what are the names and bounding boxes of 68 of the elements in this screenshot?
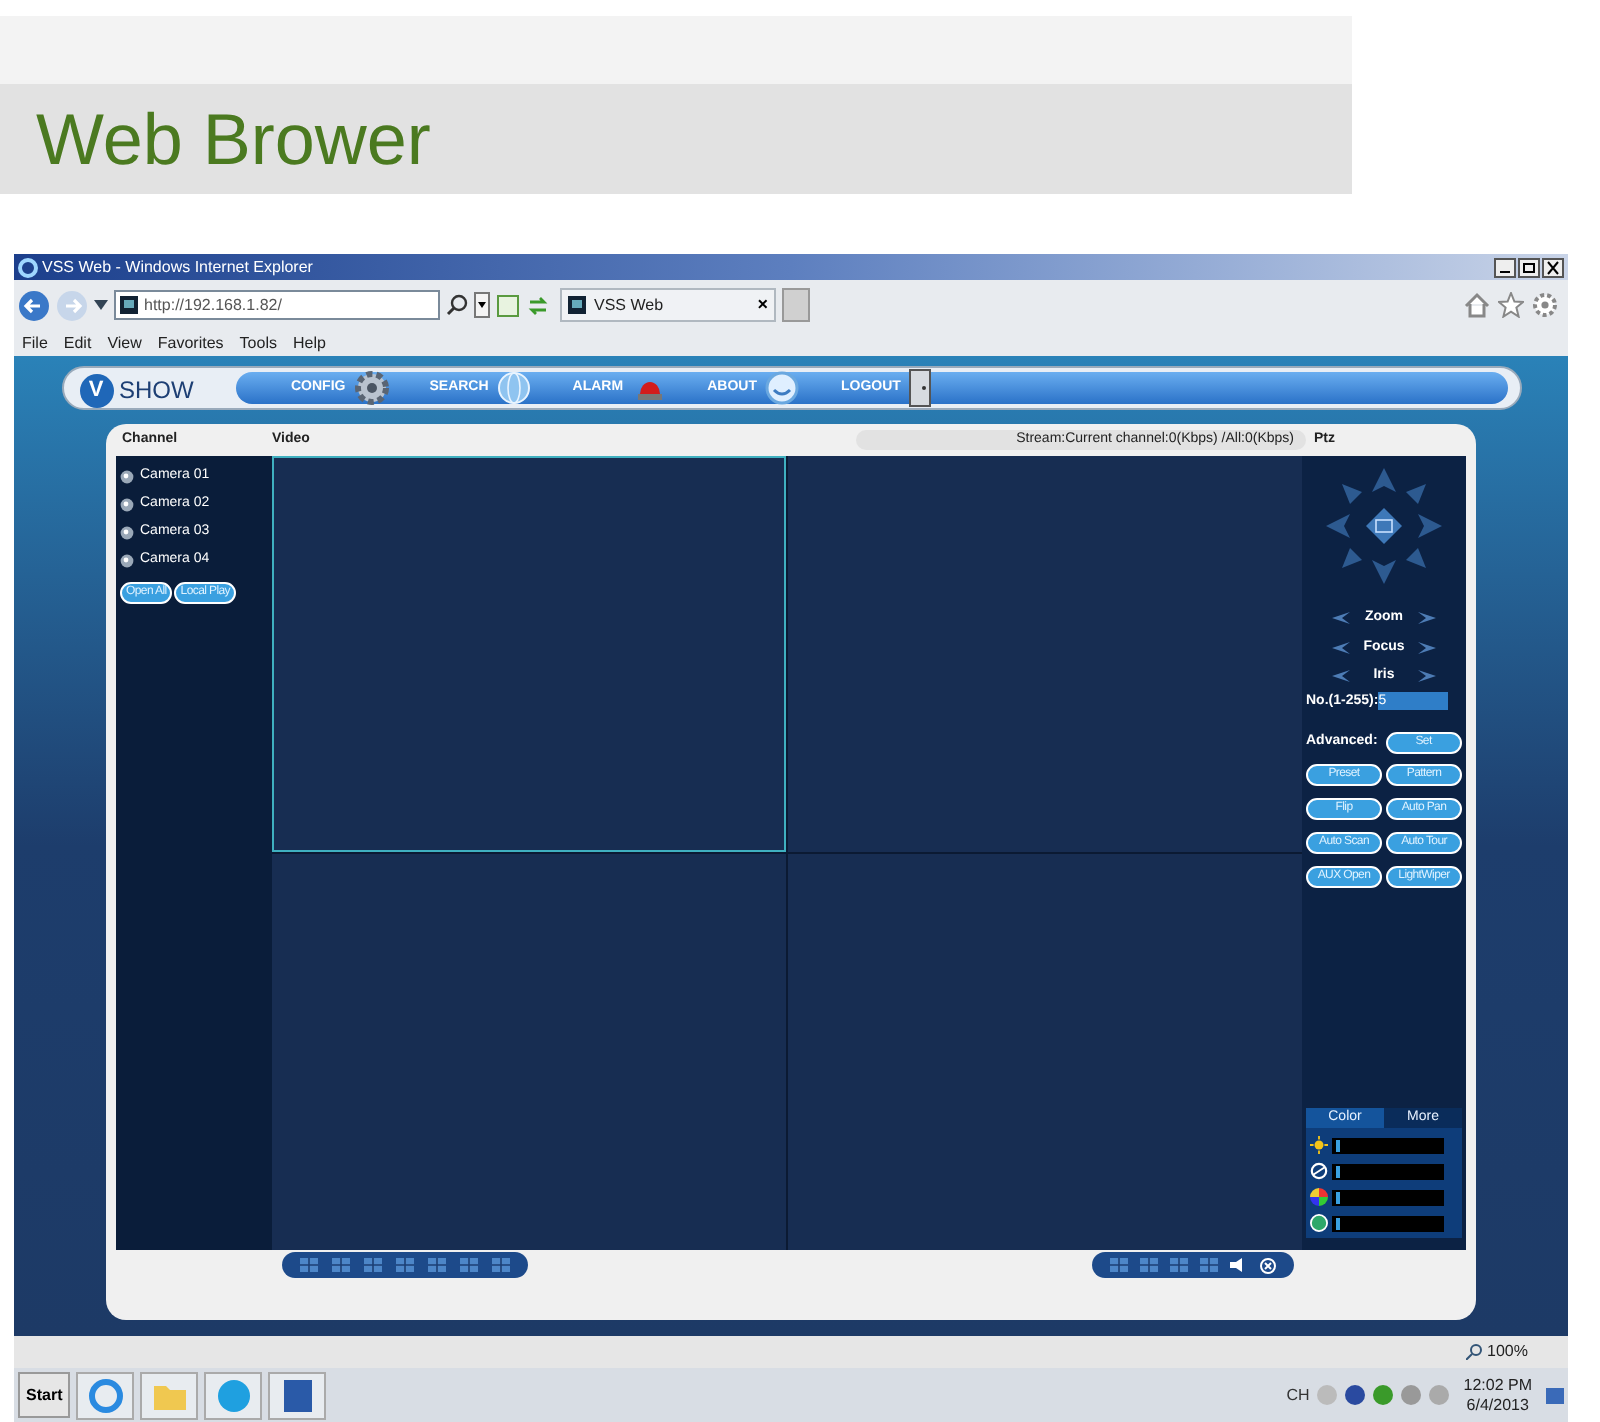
clock-time[interactable]: 12:02 PM	[1463, 1375, 1532, 1395]
layout-grid-icon[interactable]	[396, 1258, 414, 1272]
caret-icon[interactable]	[474, 292, 490, 318]
show-desktop-button[interactable]	[1546, 1387, 1564, 1403]
tab-title: VSS Web	[594, 293, 664, 317]
logo-text: SHOW	[119, 374, 194, 408]
color-wheel-icon	[1310, 1188, 1328, 1206]
window-title: VSS Web - Windows Internet Explorer	[42, 255, 313, 279]
layout-grid-icon[interactable]	[332, 1258, 350, 1272]
layout-grid-icon[interactable]	[460, 1258, 478, 1272]
toolbar-icon[interactable]	[1140, 1258, 1158, 1272]
zoom-level[interactable]: 100%	[1487, 1340, 1528, 1364]
toolbar-icon[interactable]	[1170, 1258, 1188, 1272]
slider-thumb[interactable]	[1336, 1191, 1341, 1203]
sun-icon	[1310, 1136, 1328, 1154]
address-field[interactable]: http://192.168.1.82/	[114, 290, 440, 320]
hue-icon	[1310, 1214, 1328, 1232]
slider-track[interactable]	[1332, 1137, 1444, 1153]
page-title: Web Brower	[36, 103, 431, 175]
toolbar-icon[interactable]	[1200, 1258, 1218, 1272]
gear-icon	[353, 370, 390, 406]
address-text: http://192.168.1.82/	[144, 293, 282, 317]
logo-mark: V	[79, 373, 113, 407]
right-arrow-icon[interactable]	[1416, 639, 1440, 656]
left-arrow-icon[interactable]	[1328, 610, 1352, 627]
close-icon[interactable]	[1542, 257, 1564, 277]
slider-thumb[interactable]	[1336, 1165, 1341, 1177]
back-icon[interactable]	[18, 289, 50, 321]
restore-icon[interactable]	[1518, 257, 1540, 277]
start-button[interactable]: Start	[18, 1372, 71, 1418]
zoom-icon[interactable]	[1465, 1344, 1482, 1360]
minimize-icon[interactable]	[1494, 257, 1516, 277]
new-tab-button[interactable]	[782, 288, 810, 322]
contrast-icon	[1310, 1162, 1328, 1180]
layout-grid-icon[interactable]	[428, 1258, 446, 1272]
right-arrow-icon[interactable]	[1416, 610, 1440, 627]
layout-grid-icon[interactable]	[492, 1258, 510, 1272]
menu-item[interactable]: Tools	[239, 331, 277, 355]
right-arrow-icon[interactable]	[1416, 668, 1440, 685]
clock-date[interactable]: 6/4/2013	[1466, 1395, 1529, 1415]
door-icon	[908, 368, 933, 408]
layout-grid-icon[interactable]	[300, 1258, 318, 1272]
menu-item[interactable]: Edit	[63, 331, 92, 355]
menu-item[interactable]: File	[22, 331, 48, 355]
caret-icon[interactable]	[94, 300, 108, 310]
slider-track[interactable]	[1332, 1189, 1444, 1205]
tab-close-button[interactable]: ×	[757, 296, 768, 314]
browser-tab[interactable]: VSS Web ×	[560, 288, 776, 322]
menu-item[interactable]: Help	[292, 331, 326, 355]
slider-thumb[interactable]	[1336, 1217, 1341, 1229]
toolbar-icon[interactable]	[1110, 1258, 1128, 1272]
slider-thumb[interactable]	[1336, 1139, 1341, 1151]
slider-track[interactable]	[1332, 1215, 1444, 1231]
language-indicator[interactable]: CH	[1286, 1383, 1310, 1407]
refresh-icon[interactable]	[526, 293, 550, 317]
star-icon[interactable]	[1498, 292, 1524, 318]
search-icon[interactable]	[446, 294, 468, 316]
left-arrow-icon[interactable]	[1328, 639, 1352, 656]
page-icon	[568, 296, 586, 314]
page-icon	[120, 296, 138, 314]
menu-item[interactable]: Favorites	[157, 331, 224, 355]
left-arrow-icon[interactable]	[1328, 668, 1352, 685]
slider-track[interactable]	[1332, 1163, 1444, 1179]
direction-pad-drawing[interactable]	[1322, 464, 1446, 588]
layout-grid-icon[interactable]	[364, 1258, 382, 1272]
menu-item[interactable]: View	[107, 331, 142, 355]
home-icon[interactable]	[1464, 292, 1490, 318]
settings-icon[interactable]	[1532, 292, 1558, 318]
